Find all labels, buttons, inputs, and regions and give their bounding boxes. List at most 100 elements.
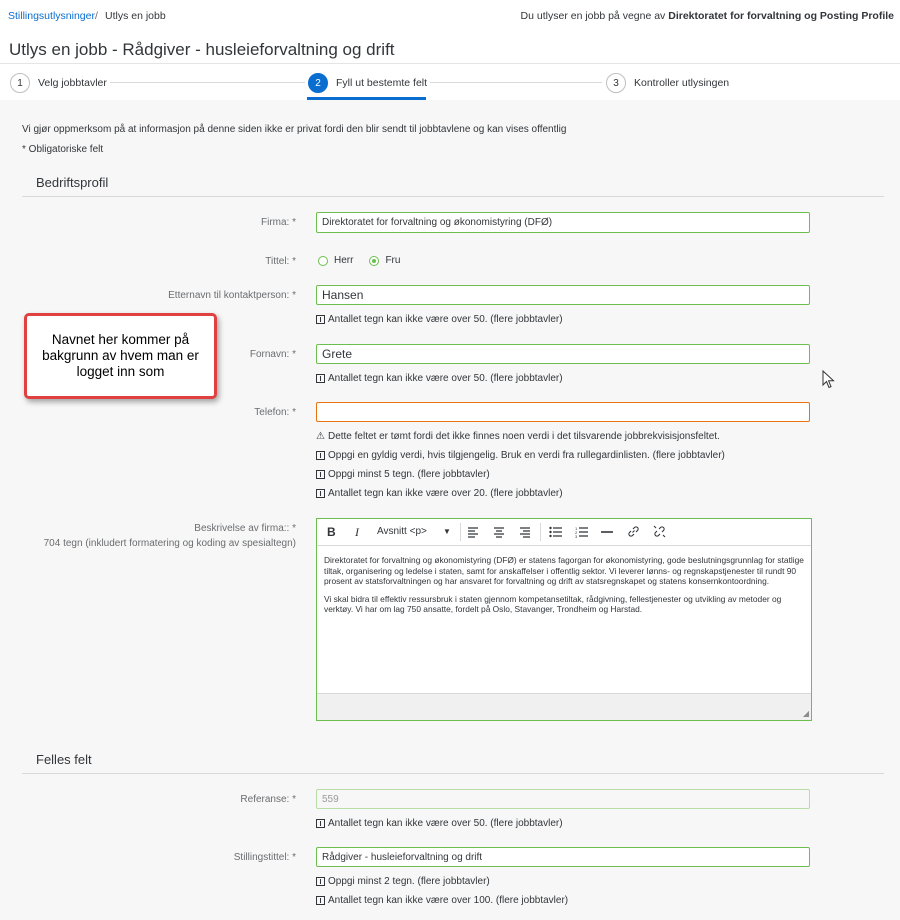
info-icon (316, 315, 325, 324)
referanse-value: 559 (322, 793, 339, 805)
toolbar-divider (460, 523, 461, 541)
step-number: 2 (308, 73, 328, 93)
telefon-hint: Oppgi en gyldig verdi, hvis tilgjengelig… (316, 450, 725, 461)
firma-input[interactable]: Direktoratet for forvaltning og økonomis… (316, 212, 810, 233)
align-center-icon[interactable] (493, 526, 505, 538)
radio-fru-label: Fru (385, 255, 401, 266)
stillingstittel-value: Rådgiver - husleieforvaltning og drift (322, 851, 483, 863)
referanse-hint: Antallet tegn kan ikke være over 50. (fl… (316, 818, 563, 829)
wizard-step-2[interactable]: 2 Fyll ut bestemte felt (308, 73, 427, 93)
etternavn-hint-text: Antallet tegn kan ikke være over 50. (fl… (328, 314, 563, 325)
chevron-down-icon[interactable]: ▼ (443, 527, 451, 536)
telefon-hint: Oppgi minst 5 tegn. (flere jobbtavler) (316, 469, 490, 480)
telefon-warning: ⚠ Dette feltet er tømt fordi det ikke fi… (316, 431, 720, 442)
on-behalf-prefix: Du utlyser en jobb på vegne av (520, 10, 669, 22)
telefon-hint-text: Oppgi en gyldig verdi, hvis tilgjengelig… (328, 450, 725, 461)
link-icon[interactable] (627, 525, 640, 538)
breadcrumb-separator: / (95, 10, 98, 22)
editor-content[interactable]: Direktoratet for forvaltning og økonomis… (324, 555, 808, 622)
stillingstittel-hint: Antallet tegn kan ikke være over 100. (f… (316, 895, 568, 906)
info-icon (316, 374, 325, 383)
breadcrumb-current: Utlys en jobb (105, 10, 166, 22)
beskrivelse-label: Beskrivelse av firma:: * (194, 523, 296, 534)
telefon-hint-text: Oppgi minst 5 tegn. (flere jobbtavler) (328, 469, 490, 480)
telefon-input[interactable] (316, 402, 810, 422)
firma-label: Firma: * (261, 217, 296, 228)
telefon-label: Telefon: * (254, 407, 296, 418)
italic-button[interactable]: I (355, 525, 359, 540)
wizard-step-1[interactable]: 1 Velg jobbtavler (10, 73, 107, 93)
fornavn-input[interactable]: Grete (316, 344, 810, 364)
wizard-steps: 1 Velg jobbtavler 2 Fyll ut bestemte fel… (0, 63, 900, 102)
step-number: 3 (606, 73, 626, 93)
etternavn-hint: Antallet tegn kan ikke være over 50. (fl… (316, 314, 563, 325)
unlink-icon[interactable] (653, 525, 666, 538)
tittel-label: Tittel: * (265, 256, 296, 267)
referanse-input: 559 (316, 789, 810, 809)
editor-statusbar: ◢ (317, 693, 811, 720)
info-icon (316, 877, 325, 886)
referanse-hint-text: Antallet tegn kan ikke være over 50. (fl… (328, 818, 563, 829)
page-title: Utlys en jobb - Rådgiver - husleieforval… (9, 40, 395, 59)
step-number: 1 (10, 73, 30, 93)
on-behalf-text: Du utlyser en jobb på vegne av Direktora… (521, 10, 894, 22)
editor-toolbar: B I Avsnitt <p> ▼ 123 (317, 519, 811, 546)
beskrivelse-char-count: 704 tegn (inkludert formatering og kodin… (43, 538, 296, 549)
editor-paragraph: Vi skal bidra til effektiv ressursbruk i… (324, 593, 782, 615)
editor-paragraph: Direktoratet for forvaltning og økonomis… (324, 555, 804, 587)
mouse-pointer-icon (822, 370, 835, 389)
resize-handle-icon[interactable]: ◢ (803, 709, 809, 718)
info-icon (316, 470, 325, 479)
stillingstittel-hint-text: Antallet tegn kan ikke være over 100. (f… (328, 895, 569, 906)
wizard-step-3[interactable]: 3 Kontroller utlysingen (606, 73, 729, 93)
stillingstittel-hint: Oppgi minst 2 tegn. (flere jobbtavler) (316, 876, 490, 887)
format-dropdown[interactable]: Avsnitt <p> (377, 526, 427, 537)
public-notice: Vi gjør oppmerksom på at informasjon på … (22, 124, 567, 135)
etternavn-input[interactable]: Hansen (316, 285, 810, 305)
section-title-company: Bedriftsprofil (36, 175, 109, 190)
step-connector (110, 82, 305, 83)
stillingstittel-input[interactable]: Rådgiver - husleieforvaltning og drift (316, 847, 810, 867)
telefon-warning-text: Dette feltet er tømt fordi det ikke finn… (327, 431, 720, 442)
top-bar: Stillingsutlysninger / Utlys en jobb Du … (0, 0, 900, 32)
etternavn-label: Etternavn til kontaktperson: * (168, 290, 296, 301)
tittel-radio-group: Herr Fru (318, 255, 400, 266)
horizontal-rule-icon[interactable] (601, 526, 613, 538)
referanse-label: Referanse: * (240, 794, 296, 805)
fornavn-hint-text: Antallet tegn kan ikke være over 50. (fl… (328, 373, 563, 384)
info-icon (316, 451, 325, 460)
info-icon (316, 489, 325, 498)
numbered-list-icon[interactable]: 123 (575, 526, 588, 538)
section-divider (22, 196, 884, 197)
bullet-list-icon[interactable] (549, 526, 562, 538)
svg-text:3: 3 (575, 534, 578, 538)
fornavn-hint: Antallet tegn kan ikke være over 50. (fl… (316, 373, 563, 384)
step-label: Velg jobbtavler (38, 77, 107, 89)
on-behalf-org: Direktoratet for forvaltning og Posting … (668, 10, 894, 22)
section-divider (22, 773, 884, 774)
fornavn-label: Fornavn: * (249, 349, 296, 360)
align-left-icon[interactable] (467, 526, 479, 538)
step-connector (430, 82, 602, 83)
radio-fru[interactable] (369, 255, 380, 266)
section-title-common: Felles felt (36, 752, 92, 767)
required-note: * Obligatoriske felt (22, 144, 104, 155)
toolbar-divider (540, 523, 541, 541)
bold-button[interactable]: B (327, 525, 336, 539)
radio-herr[interactable] (318, 255, 328, 266)
info-icon (316, 896, 325, 905)
warning-icon: ⚠ (316, 431, 325, 442)
step-label: Kontroller utlysingen (634, 77, 730, 89)
step-label: Fyll ut bestemte felt (336, 77, 428, 89)
align-right-icon[interactable] (519, 526, 531, 538)
telefon-hint-text: Antallet tegn kan ikke være over 20. (fl… (328, 488, 563, 499)
info-icon (316, 819, 325, 828)
stillingstittel-label: Stillingstittel: * (233, 852, 296, 863)
rich-text-editor[interactable]: B I Avsnitt <p> ▼ 123 Direktoratet for f… (316, 518, 812, 721)
etternavn-value: Hansen (322, 288, 364, 302)
firma-value: Direktoratet for forvaltning og økonomis… (322, 217, 553, 228)
fornavn-value: Grete (322, 347, 353, 361)
telefon-hint: Antallet tegn kan ikke være over 20. (fl… (316, 488, 563, 499)
radio-herr-label: Herr (334, 255, 354, 266)
breadcrumb-link-stillingsutlysninger[interactable]: Stillingsutlysninger (8, 10, 95, 22)
